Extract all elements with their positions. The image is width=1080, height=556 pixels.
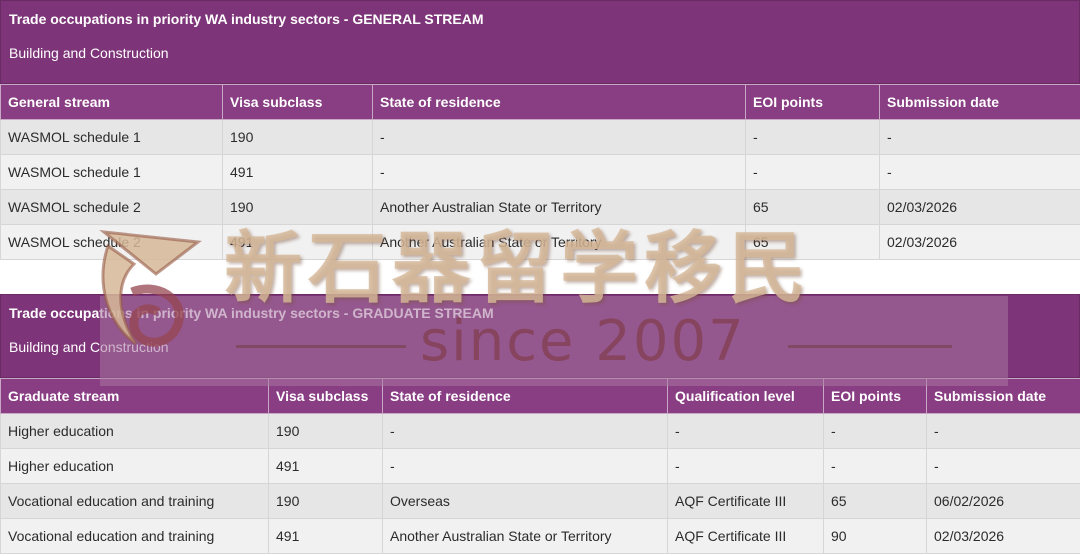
column-header: Submission date [926,378,1080,414]
table-cell: 90 [823,518,927,554]
table-cell: - [667,413,824,449]
table-row: Vocational education and training 190 Ov… [0,483,1080,519]
general-stream-subtitle: Building and Construction [9,45,169,61]
table-cell: 65 [745,224,880,260]
table-cell: WASMOL schedule 2 [0,189,223,225]
graduate-stream-subtitle: Building and Construction [9,339,169,355]
table-cell: Another Australian State or Territory [372,189,746,225]
table-cell: 491 [222,224,373,260]
table-cell: Vocational education and training [0,518,269,554]
column-header: State of residence [382,378,668,414]
graduate-stream-section: Trade occupations in priority WA industr… [0,294,1080,554]
table-cell: Vocational education and training [0,483,269,519]
table-cell: - [745,154,880,190]
table-cell: Another Australian State or Territory [372,224,746,260]
table-row: Vocational education and training 491 An… [0,518,1080,554]
table-row: WASMOL schedule 2 491 Another Australian… [0,224,1080,260]
table-cell: 190 [222,189,373,225]
general-stream-section: Trade occupations in priority WA industr… [0,0,1080,260]
column-header: Graduate stream [0,378,269,414]
table-cell: 65 [745,189,880,225]
table-cell: - [823,448,927,484]
graduate-stream-banner: Trade occupations in priority WA industr… [0,294,1080,378]
table-cell: 06/02/2026 [926,483,1080,519]
table-cell: 190 [222,119,373,155]
table-cell: - [879,154,1080,190]
graduate-stream-table: Graduate stream Visa subclass State of r… [0,378,1080,554]
column-header: Submission date [879,84,1080,120]
table-cell: - [879,119,1080,155]
table-cell: - [823,413,927,449]
table-cell: 491 [222,154,373,190]
table-cell: 491 [268,448,383,484]
table-cell: 491 [268,518,383,554]
table-cell: 02/03/2026 [879,224,1080,260]
table-cell: - [745,119,880,155]
table-cell: Another Australian State or Territory [382,518,668,554]
table-cell: 02/03/2026 [926,518,1080,554]
table-cell: - [372,154,746,190]
general-stream-table: General stream Visa subclass State of re… [0,84,1080,260]
table-cell: - [372,119,746,155]
table-row: Higher education 190 - - - - [0,413,1080,449]
table-cell: 190 [268,413,383,449]
graduate-stream-title: Trade occupations in priority WA industr… [9,305,494,321]
table-cell: AQF Certificate III [667,518,824,554]
table-row: WASMOL schedule 1 491 - - - [0,154,1080,190]
table-cell: - [667,448,824,484]
table-row: WASMOL schedule 1 190 - - - [0,119,1080,155]
table-cell: - [926,448,1080,484]
table-cell: - [926,413,1080,449]
column-header: Visa subclass [222,84,373,120]
table-cell: WASMOL schedule 1 [0,119,223,155]
table-header-row: Graduate stream Visa subclass State of r… [0,378,1080,414]
table-header-row: General stream Visa subclass State of re… [0,84,1080,120]
table-cell: WASMOL schedule 2 [0,224,223,260]
column-header: State of residence [372,84,746,120]
table-cell: WASMOL schedule 1 [0,154,223,190]
column-header: EOI points [823,378,927,414]
table-row: WASMOL schedule 2 190 Another Australian… [0,189,1080,225]
table-cell: Overseas [382,483,668,519]
column-header: EOI points [745,84,880,120]
table-cell: - [382,448,668,484]
general-stream-banner: Trade occupations in priority WA industr… [0,0,1080,84]
table-cell: - [382,413,668,449]
column-header: General stream [0,84,223,120]
table-cell: AQF Certificate III [667,483,824,519]
table-row: Higher education 491 - - - - [0,448,1080,484]
table-cell: 190 [268,483,383,519]
table-cell: Higher education [0,413,269,449]
table-cell: 65 [823,483,927,519]
general-stream-title: Trade occupations in priority WA industr… [9,11,484,27]
column-header: Visa subclass [268,378,383,414]
column-header: Qualification level [667,378,824,414]
table-cell: Higher education [0,448,269,484]
table-cell: 02/03/2026 [879,189,1080,225]
